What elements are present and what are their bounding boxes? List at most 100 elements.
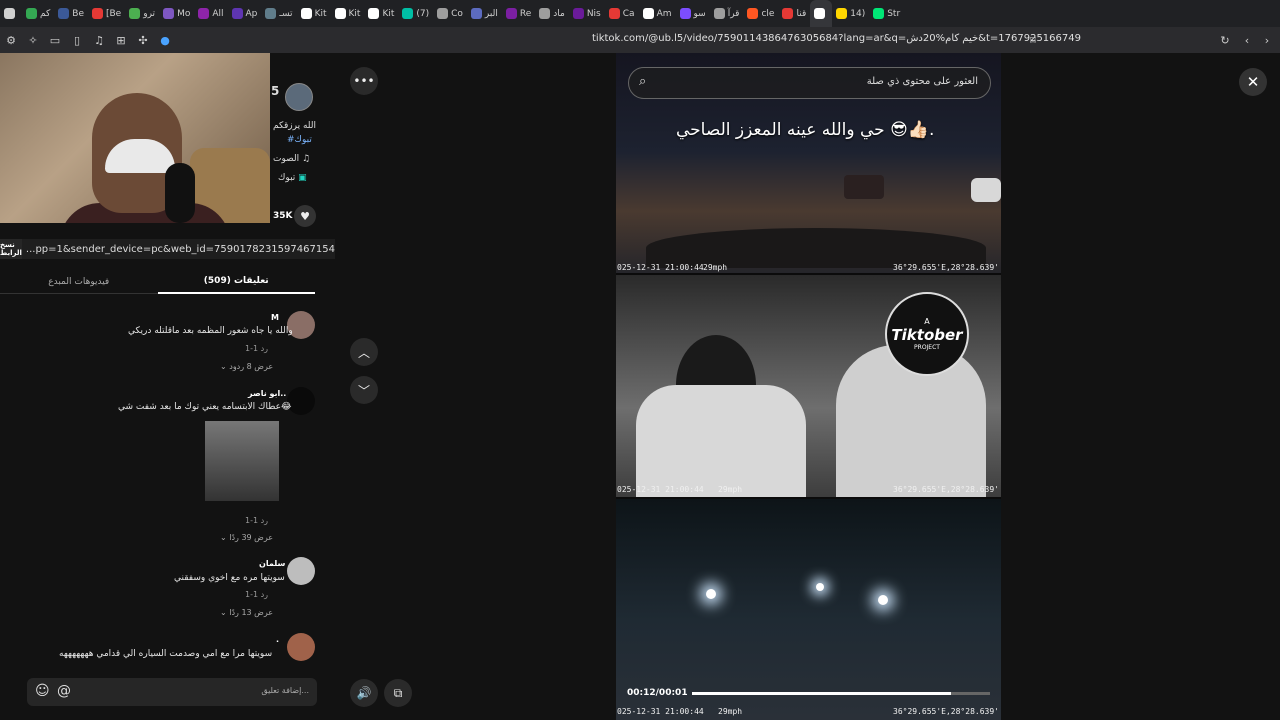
tab-label: Be [72,8,84,19]
browser-tab[interactable] [0,0,22,27]
author-name-fragment[interactable]: 5 [271,84,279,98]
tab-creator-videos[interactable]: فيديوهات المبدع [0,270,158,294]
tab-label: (7) [416,8,430,19]
browser-tab[interactable]: Mo [159,0,194,27]
comment-text: والله يا جاه شعور المظمه بعد ماقلتله دري… [128,326,293,336]
address-bar[interactable]: tiktok.com/@ub.l5/video/7590114386476305… [592,33,1081,44]
playback-progress-bar[interactable] [692,692,990,695]
browser-tab[interactable]: قرآ [710,0,744,27]
tab-favicon-icon [642,8,654,19]
like-button[interactable]: ♥ [294,205,316,227]
browser-tab[interactable]: Str [869,0,904,27]
comment-author[interactable]: ابو ناصر.. [248,389,286,398]
tab-label: cle [761,8,775,19]
comment-meta[interactable]: 1-1 رد [245,590,268,599]
browser-tab[interactable]: Be [54,0,88,27]
tab-label: Ca [622,8,635,19]
browser-tab[interactable]: cle [743,0,778,27]
browser-tab[interactable]: Nis [569,0,605,27]
mention-icon[interactable]: @ [57,683,71,699]
author-avatar[interactable] [285,83,313,111]
next-video-button[interactable]: ﹀ [350,376,378,404]
bookmark-icon[interactable]: ⌑ [1024,31,1042,49]
location-icon: ▣ [298,173,307,183]
tab-label: 14) [850,8,866,19]
browser-tab[interactable]: ترو [125,0,159,27]
screenshot-icon[interactable]: ⊞ [112,31,130,49]
puzzle-icon[interactable]: ✣ [134,31,152,49]
post-hashtag[interactable]: #تبوك [287,135,312,145]
browser-tab[interactable]: 14) [832,0,869,27]
music-icon[interactable]: ♫ [90,31,108,49]
pip-button[interactable]: ⧉ [384,679,412,707]
tab-favicon-icon [747,8,759,19]
video-caption: حي والله عينه المعزز الصاحي 😎👍🏻. [676,120,935,140]
more-options-button[interactable]: ••• [350,67,378,95]
comment-avatar[interactable] [287,633,315,661]
browser-tab[interactable] [810,0,833,27]
browser-tab[interactable]: سو [676,0,710,27]
volume-button[interactable]: 🔊 [350,679,378,707]
browser-tab[interactable]: Co [433,0,467,27]
comment-meta[interactable]: 1-1 رد [245,516,268,525]
browser-tab[interactable]: Kit [297,0,331,27]
video-search-input[interactable]: العثور على محتوى ذي صلة [867,76,978,87]
browser-tab[interactable]: Am [639,0,676,27]
share-link-row: نسخ الرابط ...pp=1&sender_device=pc&web_… [0,239,335,259]
browser-tab[interactable]: تسـ [261,0,296,27]
comment-author[interactable]: . [276,635,279,644]
browser-tab[interactable]: Re [502,0,535,27]
tab-label: كم [40,8,51,19]
emoji-icon[interactable]: ☺ [35,683,50,699]
browser-tab[interactable]: All [194,0,227,27]
copy-link-button[interactable]: نسخ الرابط [0,239,22,259]
browser-tab[interactable]: Ap [228,0,262,27]
view-replies-button[interactable]: ⌄ عرض 8 ردود [220,362,273,371]
tab-favicon-icon [163,8,175,19]
previous-video-button[interactable]: ︿ [350,338,378,366]
tab-favicon-icon [470,8,482,19]
extension-icon[interactable]: ⚙ [2,31,20,49]
comment-avatar[interactable] [287,557,315,585]
browser-tab[interactable]: Kit [364,0,398,27]
browser-tab[interactable]: Ca [605,0,639,27]
close-button[interactable]: ✕ [1239,68,1267,96]
browser-tab[interactable]: كم [22,0,54,27]
browser-tab[interactable]: ماد [535,0,569,27]
tab-favicon-icon [265,8,277,19]
view-replies-button[interactable]: ⌄ عرض 13 ردًا [220,608,273,617]
browser-tab[interactable]: قنا [778,0,810,27]
tab-label: Kit [382,8,395,19]
forward-icon[interactable]: › [1258,31,1276,49]
comment-text: سويتها مرا مع امي وصدمت السياره الي قدام… [59,649,273,659]
comment-author[interactable]: سلمان [259,559,285,568]
profile-icon[interactable]: ● [156,31,174,49]
car-shape [971,178,1001,202]
reader-icon[interactable]: ▯ [68,31,86,49]
tab-label: سو [693,8,706,19]
floating-player-icon: ⧉ [393,685,403,700]
pin-icon[interactable]: ✧ [24,31,42,49]
location-label[interactable]: تبوك ▣ [278,173,307,183]
comment-image[interactable] [205,421,279,501]
comment-composer[interactable]: إضافة تعليق... ☺ @ [27,678,317,706]
location-text: تبوك [278,173,296,183]
back-icon[interactable]: ‹ [1238,31,1256,49]
share-link-field[interactable]: ...pp=1&sender_device=pc&web_id=75901782… [21,239,335,259]
browser-tab[interactable]: (7) [398,0,433,27]
comment-author[interactable]: M [271,313,279,322]
comment-meta[interactable]: 1-1 رد [245,344,268,353]
video-player[interactable] [616,53,1001,720]
comment-input[interactable]: إضافة تعليق... [261,686,309,695]
comment-tabs: فيديوهات المبدع تعليقات (509) [0,270,315,294]
view-replies-button[interactable]: ⌄ عرض 39 ردًا [220,533,273,542]
sound-label[interactable]: الصوت ♫ [273,154,310,164]
tab-label: البر [484,8,498,19]
browser-tab[interactable]: [Be [88,0,125,27]
sidebar-icon[interactable]: ▭ [46,31,64,49]
tab-comments[interactable]: تعليقات (509) [157,270,315,294]
reload-icon[interactable]: ↻ [1216,31,1234,49]
browser-tab[interactable]: Kit [331,0,365,27]
video-search-bar[interactable]: ⌕ العثور على محتوى ذي صلة [628,67,991,99]
browser-tab[interactable]: البر [467,0,502,27]
